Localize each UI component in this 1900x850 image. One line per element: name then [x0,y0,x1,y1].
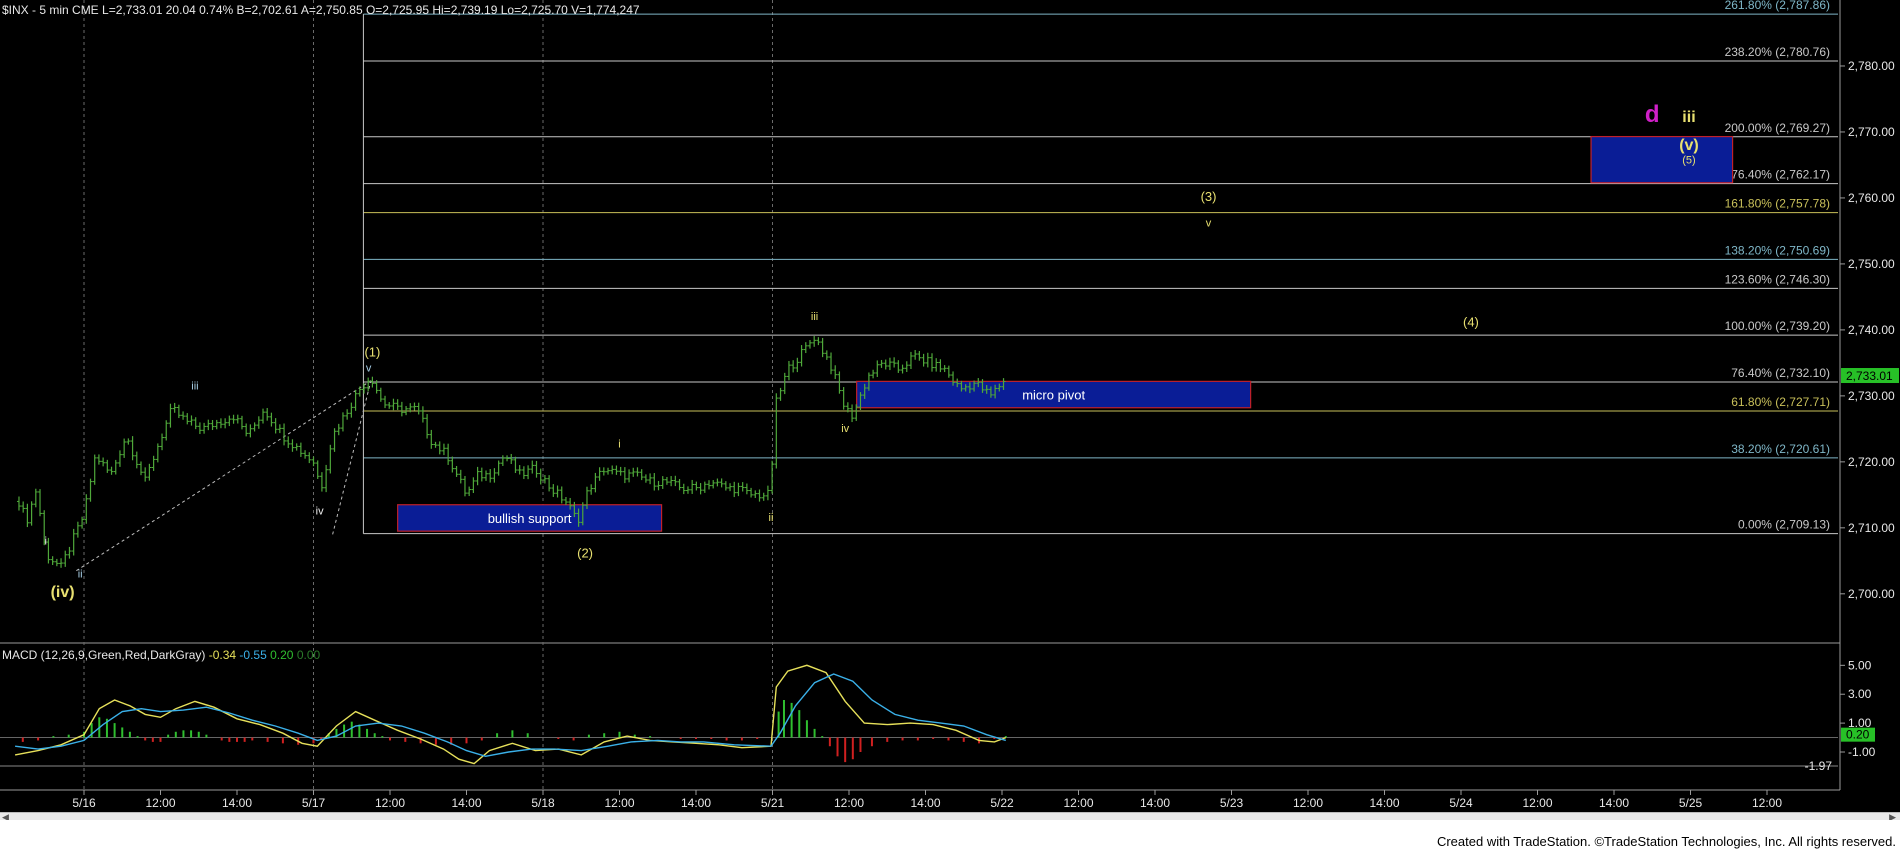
time-tick-label: 5/23 [1220,796,1244,810]
time-tick-label: 12:00 [1752,796,1782,810]
wave-label: iii [811,311,818,323]
macd-header-value: -0.34 [205,648,236,662]
fib-level-label: 161.80% (2,757.78) [1725,197,1830,211]
header-high: Hi=2,739.19 [429,3,498,17]
wave-label: iii [191,380,198,392]
time-tick-label: 12:00 [145,796,175,810]
header-ask: A=2,750.85 [298,3,363,17]
chart-header: $INX - 5 min CME L=2,733.01 20.04 0.74% … [2,3,640,17]
wave-label: ii [78,568,83,580]
wave-label: iii [1682,109,1695,126]
macd-header-value: 0.00 [293,648,320,662]
macd-tick-label: 5.00 [1848,658,1872,672]
wave-label: i [45,535,47,547]
chart-canvas[interactable]: 261.80% (2,787.86) 238.20% (2,780.76) 200.… [0,0,1900,820]
fib-level-label: 200.00% (2,769.27) [1725,121,1830,135]
time-tick-label: 12:00 [1063,796,1093,810]
wave-label: v [1206,217,1212,229]
price-tick-label: 2,760.00 [1848,191,1895,205]
fib-level-label: 123.60% (2,746.30) [1725,272,1830,286]
price-tick-label: 2,710.00 [1848,521,1895,535]
wave-label: (4) [1463,315,1479,330]
time-tick-label: 5/24 [1449,796,1473,810]
macd-header-label: MACD (12,26,9,Green,Red,DarkGray) [2,648,205,662]
fib-level-label: 261.80% (2,787.86) [1725,0,1830,12]
wave-label: (iv) [51,584,75,601]
header-open: O=2,725.95 [363,3,430,17]
time-tick-label: 12:00 [834,796,864,810]
header-exchange: CME [69,3,99,17]
price-tick-label: 2,770.00 [1848,125,1895,139]
header-last: L=2,733.01 [99,3,163,17]
chart-background [0,0,1900,820]
fib-level-label: 176.40% (2,762.17) [1725,168,1830,182]
wave-label: (5) [1682,155,1695,167]
macd-tick-label: 3.00 [1848,687,1872,701]
time-tick-label: 14:00 [681,796,711,810]
time-tick-label: 5/25 [1679,796,1703,810]
price-tick-label: 2,780.00 [1848,59,1895,73]
wave-label: (3) [1201,189,1217,204]
price-tick-label: 2,720.00 [1848,455,1895,469]
fib-level-label: 76.40% (2,732.10) [1731,366,1830,380]
zone-label: micro pivot [1022,388,1085,403]
last-price-label: 2,733.01 [1846,369,1893,383]
time-tick-label: 14:00 [910,796,940,810]
fib-level-label: 100.00% (2,739.20) [1725,319,1830,333]
price-tick-label: 2,750.00 [1848,257,1895,271]
header-bid: B=2,702.61 [233,3,298,17]
chart-window: 261.80% (2,787.86) 238.20% (2,780.76) 200.… [0,0,1900,850]
fib-level-label: 38.20% (2,720.61) [1731,442,1830,456]
wave-label: ii [769,512,774,524]
wave-label: i [618,438,620,450]
time-tick-label: 5/17 [302,796,326,810]
price-tick-label: 2,740.00 [1848,323,1895,337]
fib-level-label: 61.80% (2,727.71) [1731,395,1830,409]
wave-label: d [1645,101,1660,128]
wave-label: iv [316,506,324,518]
fib-level-label: 0.00% (2,709.13) [1738,518,1830,532]
copyright-credit: Created with TradeStation. ©TradeStation… [1436,834,1896,849]
wave-label: v [366,362,372,374]
time-tick-label: 14:00 [451,796,481,810]
zone-box [1590,135,1734,184]
time-tick-label: 12:00 [604,796,634,810]
header-volume: V=1,774,247 [568,3,640,17]
wave-label: (v) [1679,137,1699,154]
wave-label: (1) [364,344,380,359]
time-tick-label: 5/18 [531,796,555,810]
time-tick-label: 5/21 [761,796,785,810]
wave-label: (2) [577,546,593,561]
time-tick-label: 14:00 [1599,796,1629,810]
price-tick-label: 2,700.00 [1848,587,1895,601]
time-tick-label: 14:00 [1140,796,1170,810]
time-tick-label: 12:00 [1293,796,1323,810]
macd-header-value: -0.55 [236,648,267,662]
macd-header: MACD (12,26,9,Green,Red,DarkGray) -0.34 … [2,648,321,662]
wave-label: iv [841,423,849,435]
header-low: Lo=2,725.70 [497,3,568,17]
time-tick-label: 14:00 [1369,796,1399,810]
time-tick-label: 5/16 [72,796,96,810]
macd-tick-label: -1.00 [1848,745,1876,759]
price-tick-label: 2,730.00 [1848,389,1895,403]
time-tick-label: 5/22 [990,796,1014,810]
header-pct: 0.74% [196,3,234,17]
header-change: 20.04 [162,3,196,17]
fib-level-label: 138.20% (2,750.69) [1725,243,1830,257]
time-tick-label: 14:00 [222,796,252,810]
macd-header-value: 0.20 [267,648,294,662]
header-symbol: $INX - 5 min [2,3,69,17]
time-tick-label: 12:00 [1522,796,1552,810]
macd-value-label: 0.20 [1846,728,1870,742]
zone-label: bullish support [488,511,572,526]
time-tick-label: 12:00 [375,796,405,810]
fib-level-label: 238.20% (2,780.76) [1725,45,1830,59]
macd-value-label: -1.97 [1805,759,1833,773]
